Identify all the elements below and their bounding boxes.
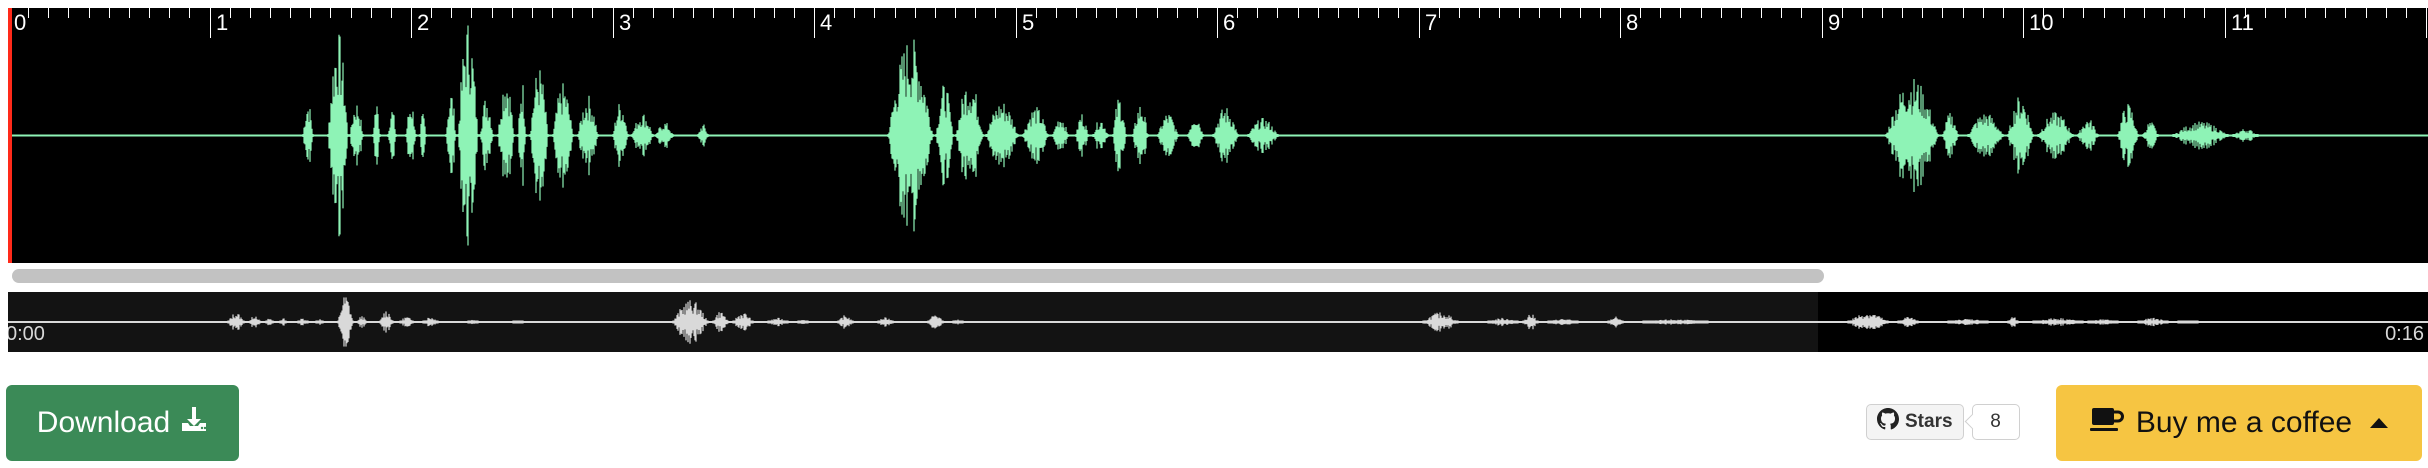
download-icon bbox=[180, 405, 208, 441]
start-time-label: 0:00 bbox=[8, 323, 45, 345]
github-icon bbox=[1877, 408, 1899, 436]
download-button-label: Download bbox=[36, 406, 171, 439]
end-time-label: 0:16 bbox=[2385, 323, 2424, 345]
download-button[interactable]: Download bbox=[6, 385, 239, 461]
buy-me-a-coffee-button[interactable]: Buy me a coffee bbox=[2056, 385, 2422, 461]
overview-waveform bbox=[8, 297, 2428, 347]
caret-up-icon bbox=[2370, 418, 2389, 428]
waveform-display bbox=[8, 25, 2428, 246]
github-stars-button[interactable]: Stars bbox=[1866, 404, 1964, 440]
waveform-scrollbar[interactable] bbox=[8, 266, 2428, 284]
overview-minimap[interactable]: 0:00 0:16 bbox=[8, 292, 2428, 352]
github-stars-count[interactable]: 8 bbox=[1971, 404, 2020, 440]
github-stars-label: Stars bbox=[1905, 411, 1953, 432]
coffee-button-label: Buy me a coffee bbox=[2135, 406, 2353, 439]
coffee-cup-icon bbox=[2089, 404, 2124, 442]
waveform-view[interactable]: 0 1 2 3 4 5 6 7 8 9 10 11 bbox=[8, 8, 2428, 263]
github-stars-widget[interactable]: Stars 8 bbox=[1866, 404, 2020, 440]
playhead-cursor[interactable] bbox=[8, 8, 12, 263]
scrollbar-thumb[interactable] bbox=[12, 269, 1824, 283]
